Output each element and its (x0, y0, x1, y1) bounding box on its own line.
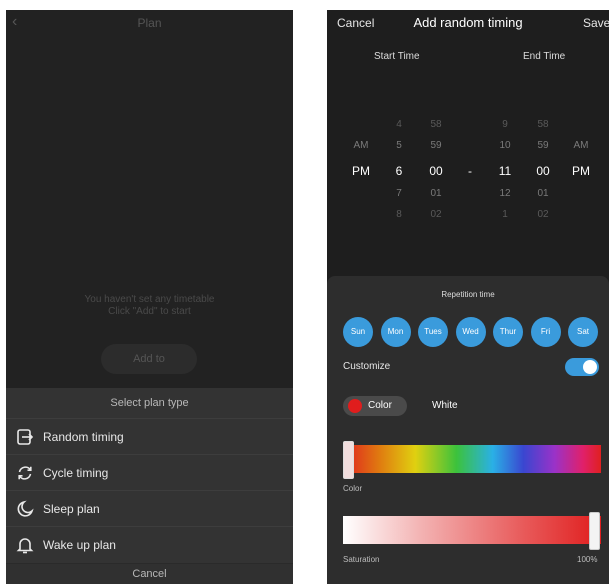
picker-value-selected: 6 (395, 164, 403, 178)
empty-state-line-2: Click "Add" to start (108, 306, 191, 317)
plan-type-random-timing[interactable]: Random timing (6, 418, 293, 454)
random-timing-icon (17, 428, 34, 445)
picker-value: 01 (430, 188, 442, 199)
picker-value: 02 (430, 209, 442, 220)
saturation-value: 100% (577, 555, 598, 564)
picker-value: 01 (537, 188, 549, 199)
picker-value-selected: PM (352, 164, 370, 178)
save-button[interactable]: Save (583, 16, 609, 30)
plan-type-label: Sleep plan (43, 501, 100, 516)
picker-value-selected: 00 (536, 164, 550, 178)
picker-value: AM (353, 140, 369, 151)
add-button[interactable]: Add to (101, 344, 197, 374)
add-random-timing-screen: Cancel Add random timing Save Start Time… (327, 10, 609, 584)
day-toggle-sun[interactable]: Sun (343, 317, 373, 347)
picker-value: AM (573, 140, 589, 151)
page-title: Plan (137, 16, 162, 30)
toggle-knob (583, 360, 597, 374)
color-tab-label: Color (368, 400, 392, 411)
picker-value: 58 (537, 119, 549, 130)
picker-value: 5 (396, 140, 402, 151)
plan-type-label: Random timing (43, 429, 124, 444)
hue-slider-handle[interactable] (343, 441, 354, 479)
picker-value: 4 (396, 119, 402, 130)
day-toggle-mon[interactable]: Mon (380, 317, 411, 347)
picker-value: 7 (396, 188, 402, 199)
plan-type-wake-up-plan[interactable]: Wake up plan (6, 526, 293, 562)
day-toggle-tue[interactable]: Tues (418, 317, 448, 347)
picker-value-selected: 00 (429, 164, 443, 178)
plan-type-sleep-plan[interactable]: Sleep plan (6, 490, 293, 526)
customize-toggle[interactable] (565, 358, 599, 376)
color-tab[interactable]: Color (343, 396, 407, 416)
picker-value: 59 (537, 140, 549, 151)
plan-header: ‹ Plan (6, 10, 293, 36)
picker-value-selected: PM (572, 164, 590, 178)
plan-type-label: Wake up plan (43, 537, 116, 552)
day-toggle-wed[interactable]: Wed (455, 317, 486, 347)
day-toggle-thu[interactable]: Thur (493, 317, 523, 347)
customize-label: Customize (343, 361, 391, 372)
sheet-cancel-button[interactable]: Cancel (6, 563, 293, 584)
picker-value: 9 (502, 119, 508, 130)
moon-icon (17, 500, 34, 517)
saturation-label: Saturation (343, 555, 380, 564)
header: Cancel Add random timing Save (327, 10, 609, 36)
page-title: Add random timing (413, 15, 523, 30)
plan-type-cycle-timing[interactable]: Cycle timing (6, 454, 293, 490)
picker-value: 12 (499, 188, 511, 199)
picker-value-selected: 11 (498, 164, 512, 178)
hue-slider-track[interactable] (343, 445, 601, 473)
sheet-title: Select plan type (110, 397, 189, 409)
plan-type-sheet: Select plan type Random timing Cycle tim… (6, 388, 293, 584)
repetition-title: Repetition time (441, 290, 495, 299)
settings-card: Repetition time Sun Mon Tues Wed Thur Fr… (327, 276, 609, 584)
picker-value: 02 (537, 209, 549, 220)
day-toggle-fri[interactable]: Fri (530, 317, 561, 347)
day-toggle-sat[interactable]: Sat (568, 317, 598, 347)
plan-screen: ‹ Plan You haven't set any timetable Cli… (6, 10, 293, 584)
picker-value: 10 (499, 140, 511, 151)
start-time-label: Start Time (374, 51, 420, 62)
bell-icon (16, 537, 34, 553)
hue-label: Color (343, 484, 363, 493)
empty-state-line-1: You haven't set any timetable (84, 294, 215, 305)
end-time-label: End Time (523, 51, 566, 62)
saturation-slider-track[interactable] (343, 516, 601, 544)
picker-value: 8 (396, 209, 402, 220)
selected-color-swatch (348, 399, 362, 413)
picker-value: 1 (502, 209, 508, 220)
plan-type-label: Cycle timing (43, 465, 109, 480)
picker-value: 58 (430, 119, 442, 130)
time-range-separator: - (468, 164, 472, 178)
saturation-slider-handle[interactable] (589, 512, 600, 550)
picker-value: 59 (430, 140, 442, 151)
white-tab[interactable]: White (432, 400, 458, 411)
empty-state-message: You haven't set any timetable Click "Add… (6, 294, 293, 318)
cycle-icon (18, 465, 32, 480)
